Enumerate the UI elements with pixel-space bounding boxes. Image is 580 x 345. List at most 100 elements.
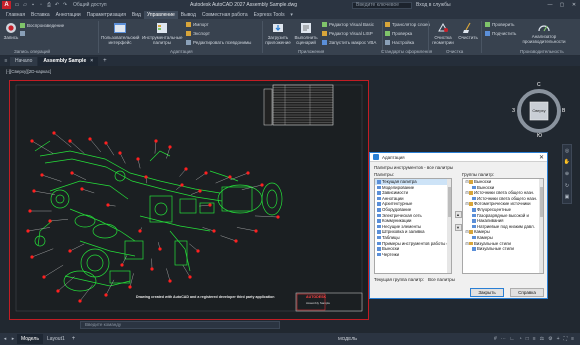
ribbon-tab-2[interactable]: Аннотации xyxy=(53,11,84,19)
callout-balloon xyxy=(120,263,124,267)
audit-button[interactable]: Проверить xyxy=(485,22,515,27)
scroll-thumb[interactable] xyxy=(447,187,451,217)
open-file-icon[interactable]: ▱ xyxy=(22,2,28,8)
export-button[interactable]: Экспорт xyxy=(186,31,210,36)
showmotion-icon[interactable]: ▣ xyxy=(565,194,570,200)
ribbon-tab-3[interactable]: Параметризация xyxy=(84,11,129,19)
view-cube[interactable]: С Ю З В Сверху xyxy=(510,82,568,140)
configure-standards-button[interactable]: Настройка xyxy=(385,40,414,45)
redo-icon[interactable]: ↷ xyxy=(62,2,68,8)
viewcube-top-face[interactable]: Сверху xyxy=(530,108,548,113)
compass-west[interactable]: З xyxy=(512,108,515,114)
recover-button[interactable]: Подчистить xyxy=(485,31,516,36)
layout-sheet[interactable]: AUTODESK Assembly Sample Drawing created… xyxy=(9,80,369,320)
steering-wheel-icon[interactable]: ◎ xyxy=(565,148,569,154)
run-vba-button[interactable]: Запустить макрос VBA xyxy=(322,40,376,45)
workspace-gear-icon[interactable]: ⚙ xyxy=(548,336,552,342)
tab-model[interactable]: Модель xyxy=(17,334,43,344)
recover-label: Подчистить xyxy=(492,31,517,36)
close-icon[interactable]: ✕ xyxy=(568,0,580,10)
performance-analyzer-button[interactable]: Анализатор производительности xyxy=(520,21,568,44)
ribbon-tab-7[interactable]: Совместная работа xyxy=(199,11,251,19)
close-tab-icon[interactable]: × xyxy=(90,58,93,64)
command-line-input[interactable]: Введите команду xyxy=(80,321,280,329)
add-layout-button[interactable]: + xyxy=(72,336,76,342)
vb-editor-button[interactable]: Редактор Visual Basic xyxy=(322,22,374,27)
layout-nav-icon[interactable]: ◂ xyxy=(2,336,8,342)
snap-icon[interactable]: ⋯ xyxy=(501,336,506,342)
vlisp-editor-button[interactable]: Редактор Visual LISP xyxy=(322,31,373,36)
grid-icon[interactable]: # xyxy=(494,336,497,342)
leader-line xyxy=(236,227,257,232)
load-application-button[interactable]: Загрузить приложение xyxy=(265,22,291,45)
group-tree-item[interactable]: Визуальные стили xyxy=(463,246,543,252)
polar-icon[interactable]: ◔ xyxy=(519,336,522,342)
customization-menu-icon[interactable]: ≡ xyxy=(571,336,574,342)
record-button[interactable]: Запись xyxy=(3,22,19,40)
save-as-icon[interactable]: ▫ xyxy=(38,2,44,8)
run-script-button[interactable]: Выполнить сценарий xyxy=(293,22,319,45)
check-standards-button[interactable]: Проверка xyxy=(385,31,412,36)
close-button[interactable]: Закрыть xyxy=(470,288,504,297)
annotation-scale-icon[interactable]: ⚖ xyxy=(540,336,544,342)
playback-button[interactable]: Воспроизведение xyxy=(20,23,64,28)
pan-icon[interactable]: ✋ xyxy=(564,159,570,165)
clean-screen-icon[interactable]: ⛶ xyxy=(564,336,568,342)
ribbon-tab-8[interactable]: Express Tools xyxy=(251,11,288,19)
user-interface-button[interactable]: Пользовательский интерфейс xyxy=(101,22,139,45)
minimize-icon[interactable]: — xyxy=(544,0,556,10)
palette-groups-tree[interactable]: ⊟ Выноски Выноски ⊟ Источники света общего н… xyxy=(462,178,544,274)
tool-palettes-button[interactable]: Инструментальные палитры xyxy=(142,22,182,45)
tab-layout1[interactable]: Layout1 xyxy=(43,334,69,344)
applications-panel-label[interactable]: Приложения xyxy=(298,49,324,54)
ribbon-tab-1[interactable]: Вставка xyxy=(28,11,53,19)
model-space-toggle[interactable]: МОДЕЛЬ xyxy=(338,336,357,341)
groups-scrollbar[interactable] xyxy=(539,179,543,273)
ortho-icon[interactable]: ∟ xyxy=(510,336,515,342)
help-button[interactable]: Справка xyxy=(510,288,544,297)
compass-south[interactable]: Ю xyxy=(537,133,542,139)
layout-nav-icon[interactable]: ▸ xyxy=(10,336,16,342)
compass-north[interactable]: С xyxy=(537,82,541,88)
palette-item[interactable]: Чертежи xyxy=(375,252,451,258)
ribbon-tab-5[interactable]: Управление xyxy=(143,10,178,19)
search-input[interactable]: Введите ключевое xyxy=(352,1,412,9)
layer-translator-button[interactable]: Транслятор слоев xyxy=(385,22,430,27)
hamburger-menu-icon[interactable]: ≡ xyxy=(3,58,9,64)
undo-icon[interactable]: ↶ xyxy=(54,2,60,8)
recorder-panel-label[interactable]: Запись операций xyxy=(14,49,50,54)
ribbon-more-icon[interactable]: ▾ xyxy=(289,12,295,18)
signin-button[interactable]: Вход в службы xyxy=(416,2,451,8)
plus-icon[interactable]: + xyxy=(557,336,560,342)
lineweight-icon[interactable]: ≡ xyxy=(533,336,536,342)
palettes-list[interactable]: Текущая палитра Моделирование Зависимости А… xyxy=(374,178,452,274)
arrow-down-icon[interactable]: ▼ xyxy=(454,224,462,231)
ribbon-tab-0[interactable]: Главная xyxy=(3,11,28,19)
arrow-up-icon[interactable]: ▲ xyxy=(454,211,462,218)
cleanup-button[interactable]: Очистить xyxy=(458,22,478,40)
print-icon[interactable]: ⎙ xyxy=(46,2,52,8)
compass-east[interactable]: В xyxy=(562,108,565,114)
palettes-scrollbar[interactable] xyxy=(447,179,451,273)
osnap-icon[interactable]: □ xyxy=(526,336,529,342)
new-tab-button[interactable]: + xyxy=(103,58,107,64)
share-button[interactable]: Общий доступ xyxy=(73,2,107,8)
purge-geometry-button[interactable]: Очистка геометрии xyxy=(430,22,456,45)
ribbon-tab-4[interactable]: Вид xyxy=(129,11,144,19)
recorder-options-button[interactable] xyxy=(20,31,27,36)
save-icon[interactable]: ▪ xyxy=(30,2,36,8)
new-file-icon[interactable]: ▭ xyxy=(14,2,20,8)
orbit-icon[interactable]: ↻ xyxy=(565,183,569,189)
viewport-controls[interactable]: [-][Сверху][2D-каркас] xyxy=(6,69,51,74)
app-menu-button[interactable]: A xyxy=(2,1,11,9)
zoom-icon[interactable]: ⊕ xyxy=(565,171,569,177)
maximize-icon[interactable]: ▢ xyxy=(556,0,568,10)
tab-start[interactable]: Начало xyxy=(10,56,38,66)
ribbon-tab-6[interactable]: Вывод xyxy=(178,11,199,19)
edit-aliases-button[interactable]: Редактировать псевдонимы xyxy=(186,40,251,45)
dialog-title-bar[interactable]: Адаптация ✕ xyxy=(370,153,547,162)
close-icon[interactable]: ✕ xyxy=(539,154,544,161)
scroll-thumb[interactable] xyxy=(539,187,543,217)
import-button[interactable]: Импорт xyxy=(186,22,209,27)
tab-assembly-sample[interactable]: Assembly Sample × xyxy=(38,56,99,66)
